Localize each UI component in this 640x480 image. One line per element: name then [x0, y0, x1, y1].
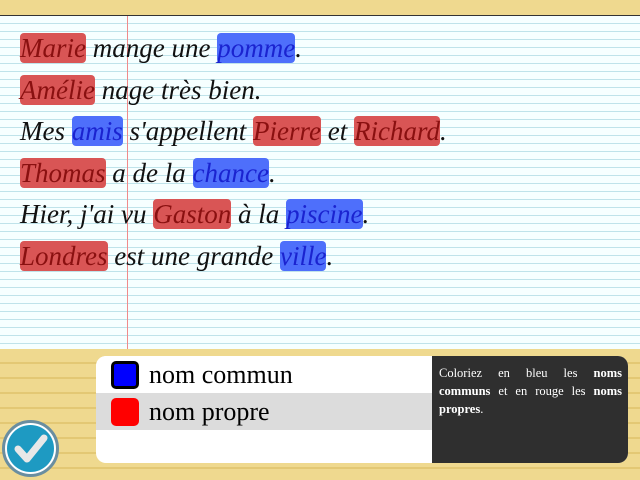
common-noun-word[interactable]: chance	[192, 157, 269, 188]
legend-proper-label: nom propre	[149, 396, 270, 426]
legend-proper-noun[interactable]: nom propre	[96, 393, 432, 430]
sentence-text: mange une	[85, 33, 218, 63]
sentence-text: Mes	[20, 116, 72, 146]
sentence-text: est une grande	[107, 240, 280, 271]
proper-noun-word[interactable]: Thomas	[20, 157, 106, 188]
sentence-line: Mes amis s'appellent Pierre et Richard.	[20, 113, 447, 155]
sentence-line: Marie mange une pomme.	[20, 30, 447, 72]
sentence-line: Thomas a de la chance.	[20, 155, 447, 197]
proper-noun-word[interactable]: Gaston	[153, 199, 232, 229]
sentence-list: Marie mange une pomme. Amélie nage très b…	[20, 30, 447, 279]
sentence-text: à la	[231, 199, 287, 229]
proper-noun-word[interactable]: Pierre	[253, 116, 321, 146]
instructions-part: .	[480, 402, 484, 416]
sentence-text: nage très bien.	[94, 74, 262, 105]
sentence-line: Londres est une grande ville.	[20, 238, 447, 280]
sentence-text: et	[321, 116, 354, 146]
check-answer-button[interactable]	[2, 420, 59, 477]
legend-common-label: nom commun	[149, 359, 293, 389]
proper-noun-word[interactable]: Richard	[354, 116, 440, 146]
common-noun-word[interactable]: pomme	[217, 33, 296, 63]
sentence-text: a de la	[105, 157, 193, 188]
common-noun-word[interactable]: amis	[71, 116, 123, 146]
proper-noun-word[interactable]: Marie	[20, 33, 86, 63]
instructions-part: et en rouge les	[490, 384, 594, 398]
instructions-text: Coloriez en bleu les noms communs et en …	[432, 356, 628, 463]
proper-noun-word[interactable]: Amélie	[20, 74, 95, 105]
sentence-line: Amélie nage très bien.	[20, 72, 447, 114]
sentence-text: .	[362, 199, 370, 229]
sentence-text: .	[295, 33, 302, 63]
legend-common-noun[interactable]: nom commun	[96, 356, 432, 393]
proper-noun-word[interactable]: Londres	[20, 240, 108, 271]
checkmark-icon	[7, 425, 54, 472]
sentence-text: .	[268, 157, 276, 188]
instructions-part: Coloriez en bleu les	[439, 366, 594, 380]
sentence-text: s'appellent	[122, 116, 254, 146]
notebook-paper: Marie mange une pomme. Amélie nage très b…	[0, 15, 640, 350]
sentence-text: .	[326, 240, 334, 271]
sentence-line: Hier, j'ai vu Gaston à la piscine.	[20, 196, 447, 238]
blue-color-swatch[interactable]	[111, 360, 139, 389]
common-noun-word[interactable]: piscine	[286, 199, 363, 229]
red-color-swatch[interactable]	[111, 397, 139, 426]
legend-panel: nom commun nom propre Coloriez en bleu l…	[96, 356, 628, 463]
common-noun-word[interactable]: ville	[279, 240, 327, 271]
sentence-text: .	[439, 116, 447, 146]
sentence-text: Hier, j'ai vu	[20, 199, 154, 229]
